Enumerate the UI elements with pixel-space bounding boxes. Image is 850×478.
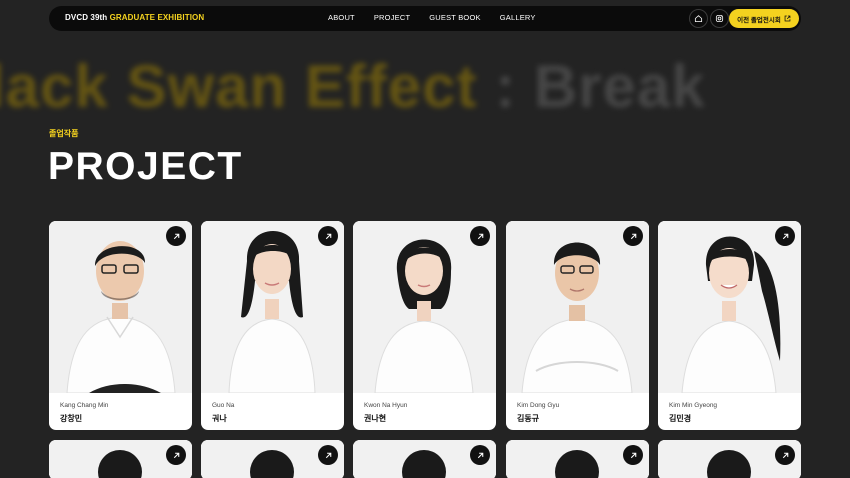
project-card[interactable]: Kang Chang Min 강창민 xyxy=(49,221,192,430)
open-project-button[interactable] xyxy=(470,445,490,465)
open-project-button[interactable] xyxy=(166,226,186,246)
portrait-photo xyxy=(506,221,649,393)
project-card[interactable] xyxy=(506,440,649,478)
main-menu: ABOUT PROJECT GUEST BOOK GALLERY xyxy=(328,13,555,22)
open-project-button[interactable] xyxy=(775,445,795,465)
marquee-text-rest: : Break xyxy=(477,53,706,120)
project-card[interactable]: Kwon Na Hyun 권나현 xyxy=(353,221,496,430)
background-marquee: lack Swan Effect : Break xyxy=(0,52,706,121)
page-title: PROJECT xyxy=(48,145,243,188)
project-card[interactable] xyxy=(658,440,801,478)
home-icon xyxy=(694,15,703,23)
project-card[interactable]: Guo Na 궈나 xyxy=(201,221,344,430)
external-link-icon xyxy=(784,15,791,22)
arrow-up-right-icon xyxy=(630,452,636,458)
portrait-photo xyxy=(658,221,801,393)
student-name-en: Kim Min Gyeong xyxy=(669,402,718,409)
marquee-text-highlight: lack Swan Effect xyxy=(0,53,478,120)
portrait-photo xyxy=(353,221,496,393)
brand-highlight: GRADUATE EXHIBITION xyxy=(109,13,205,22)
open-project-button[interactable] xyxy=(318,226,338,246)
project-card[interactable] xyxy=(201,440,344,478)
open-project-button[interactable] xyxy=(470,226,490,246)
top-nav: DVCD 39th GRADUATE EXHIBITION ABOUT PROJ… xyxy=(49,6,801,31)
student-name-ko: 궈나 xyxy=(212,414,227,423)
instagram-icon xyxy=(715,14,724,23)
menu-item-gallery[interactable]: GALLERY xyxy=(500,13,536,22)
project-card[interactable] xyxy=(49,440,192,478)
arrow-up-right-icon xyxy=(782,233,788,239)
previous-exhibition-button[interactable]: 이전 졸업전시회 xyxy=(729,9,799,28)
project-card[interactable]: Kim Dong Gyu 김동규 xyxy=(506,221,649,430)
project-card[interactable]: Kim Min Gyeong 김민경 xyxy=(658,221,801,430)
arrow-up-right-icon xyxy=(173,233,179,239)
arrow-up-right-icon xyxy=(630,233,636,239)
instagram-button[interactable] xyxy=(710,9,729,28)
menu-item-project[interactable]: PROJECT xyxy=(374,13,410,22)
open-project-button[interactable] xyxy=(775,226,795,246)
student-name-en: Kang Chang Min xyxy=(60,402,109,409)
student-name-ko: 강창민 xyxy=(60,414,83,423)
portrait-photo xyxy=(49,221,192,393)
arrow-up-right-icon xyxy=(173,452,179,458)
home-button[interactable] xyxy=(689,9,708,28)
menu-item-guest-book[interactable]: GUEST BOOK xyxy=(429,13,480,22)
student-name-en: Kwon Na Hyun xyxy=(364,402,408,409)
brand-logo[interactable]: DVCD 39th GRADUATE EXHIBITION xyxy=(65,13,204,22)
arrow-up-right-icon xyxy=(477,233,483,239)
brand-prefix: DVCD 39th xyxy=(65,13,108,22)
section-eyebrow: 졸업작품 xyxy=(49,129,79,138)
arrow-up-right-icon xyxy=(477,452,483,458)
student-name-en: Kim Dong Gyu xyxy=(517,402,560,409)
project-card[interactable] xyxy=(353,440,496,478)
portrait-photo xyxy=(201,221,344,393)
student-name-ko: 김동규 xyxy=(517,414,540,423)
menu-item-about[interactable]: ABOUT xyxy=(328,13,355,22)
arrow-up-right-icon xyxy=(325,452,331,458)
student-name-ko: 김민경 xyxy=(669,414,692,423)
previous-exhibition-label: 이전 졸업전시회 xyxy=(737,16,781,24)
open-project-button[interactable] xyxy=(318,445,338,465)
student-name-ko: 권나현 xyxy=(364,414,387,423)
open-project-button[interactable] xyxy=(166,445,186,465)
student-name-en: Guo Na xyxy=(212,402,235,409)
open-project-button[interactable] xyxy=(623,445,643,465)
open-project-button[interactable] xyxy=(623,226,643,246)
arrow-up-right-icon xyxy=(782,452,788,458)
arrow-up-right-icon xyxy=(325,233,331,239)
